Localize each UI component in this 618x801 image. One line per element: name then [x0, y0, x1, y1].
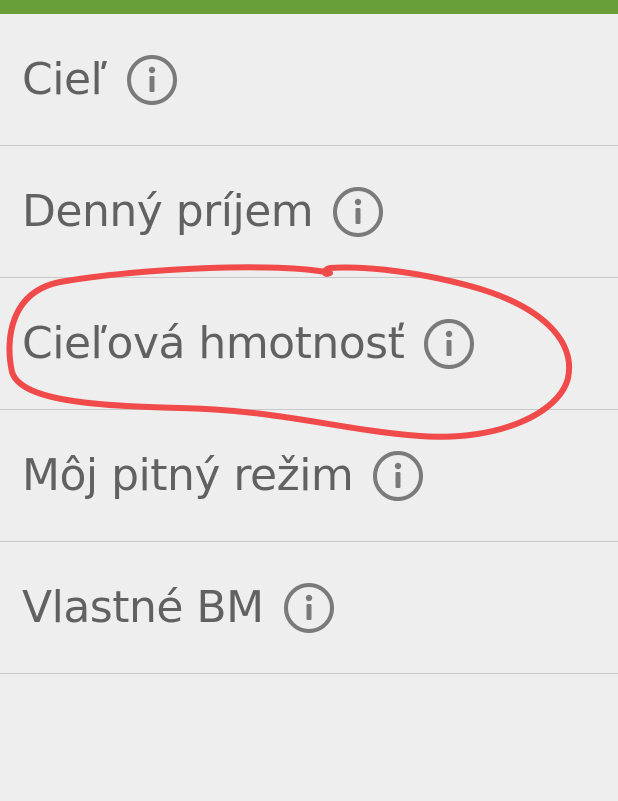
settings-item-denny-prijem[interactable]: Denný príjem	[0, 146, 618, 278]
info-icon[interactable]	[422, 317, 476, 371]
settings-item-label: Denný príjem	[22, 186, 314, 237]
settings-item-cielova-hmotnost[interactable]: Cieľová hmotnosť	[0, 278, 618, 410]
settings-item-label: Môj pitný režim	[22, 450, 354, 501]
info-icon[interactable]	[331, 185, 385, 239]
settings-item-label: Cieľová hmotnosť	[22, 318, 405, 369]
settings-item-vlastne-bm[interactable]: Vlastné BM	[0, 542, 618, 674]
settings-item-moj-pitny-rezim[interactable]: Môj pitný režim	[0, 410, 618, 542]
settings-item-ciel[interactable]: Cieľ	[0, 14, 618, 146]
app-header-bar	[0, 0, 618, 14]
info-icon[interactable]	[125, 53, 179, 107]
settings-item-label: Cieľ	[22, 54, 107, 105]
info-icon[interactable]	[282, 581, 336, 635]
info-icon[interactable]	[371, 449, 425, 503]
settings-list: Cieľ Denný príjem Cieľová hmotnosť Môj p…	[0, 14, 618, 674]
settings-item-label: Vlastné BM	[22, 582, 264, 633]
